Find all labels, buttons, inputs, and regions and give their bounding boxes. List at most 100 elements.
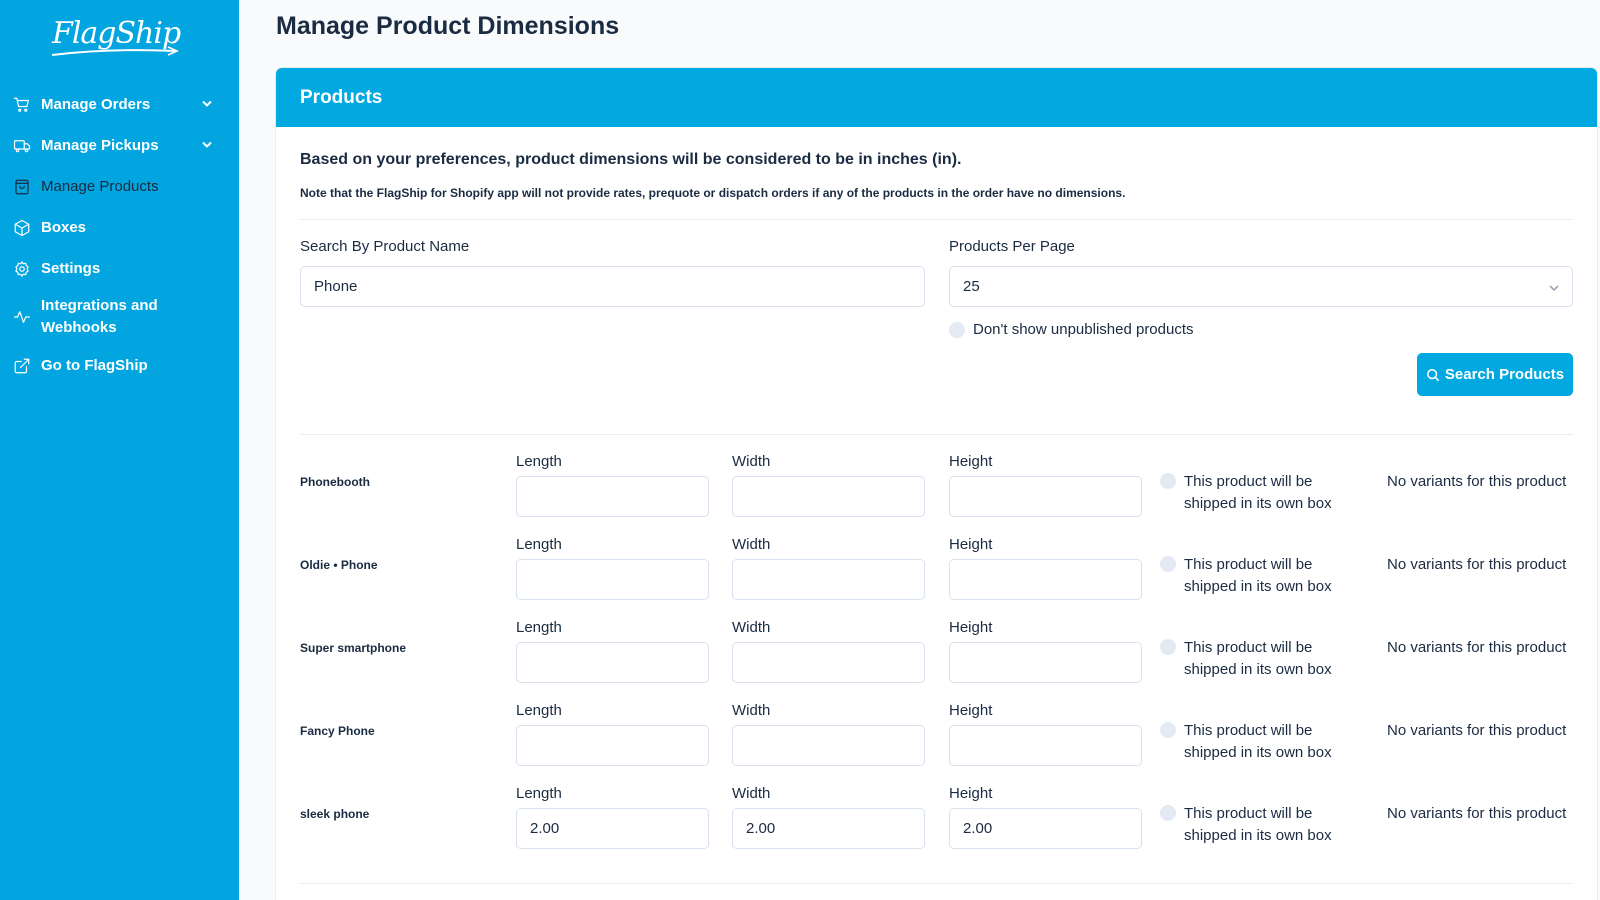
sidebar-item-label: Integrations and Webhooks: [41, 297, 158, 336]
product-name: Oldie • Phone: [300, 558, 378, 572]
height-input[interactable]: [949, 725, 1142, 766]
product-row: Phonebooth Length Width Height This prod…: [300, 453, 1573, 540]
products-card: Products Based on your preferences, prod…: [276, 68, 1597, 900]
length-label: Length: [516, 536, 562, 553]
product-search-input[interactable]: [300, 266, 925, 307]
variants-text: No variants for this product: [1387, 556, 1567, 573]
width-input[interactable]: [732, 808, 925, 849]
sidebar-item-label: Settings: [41, 259, 101, 277]
height-label: Height: [949, 536, 993, 553]
variants-text: No variants for this product: [1387, 639, 1567, 656]
length-input[interactable]: [516, 559, 709, 600]
chevron-down-icon: [1548, 281, 1560, 298]
box-icon: [12, 218, 32, 238]
length-input[interactable]: [516, 725, 709, 766]
activity-icon: [12, 307, 32, 327]
search-button-label: Search Products: [1444, 366, 1565, 383]
sidebar: FlagShip Manage Orders Manage Pickups Ma…: [0, 0, 239, 900]
length-input[interactable]: [516, 808, 709, 849]
own-box-toggle[interactable]: This product will be shipped in its own …: [1160, 471, 1354, 515]
own-box-checkbox[interactable]: [1160, 556, 1176, 572]
own-box-toggle[interactable]: This product will be shipped in its own …: [1160, 637, 1354, 681]
width-input[interactable]: [732, 642, 925, 683]
card-header: Products: [276, 68, 1597, 127]
product-row: Oldie • Phone Length Width Height This p…: [300, 536, 1573, 623]
sidebar-item-label: Go to FlagShip: [41, 356, 148, 374]
chevron-down-icon[interactable]: [201, 137, 213, 154]
per-page-label: Products Per Page: [949, 238, 1075, 255]
length-label: Length: [516, 619, 562, 636]
product-row: Super smartphone Length Width Height Thi…: [300, 619, 1573, 706]
height-input[interactable]: [949, 642, 1142, 683]
units-notice: Based on your preferences, product dimen…: [300, 151, 962, 168]
own-box-checkbox[interactable]: [1160, 473, 1176, 489]
search-icon: [1426, 368, 1440, 381]
own-box-toggle[interactable]: This product will be shipped in its own …: [1160, 554, 1354, 598]
page-title: Manage Product Dimensions: [276, 12, 620, 40]
height-label: Height: [949, 619, 993, 636]
own-box-toggle[interactable]: This product will be shipped in its own …: [1160, 720, 1354, 764]
width-input[interactable]: [732, 476, 925, 517]
width-label: Width: [732, 619, 771, 636]
own-box-toggle[interactable]: This product will be shipped in its own …: [1160, 803, 1354, 847]
width-label: Width: [732, 536, 771, 553]
length-label: Length: [516, 785, 562, 802]
own-box-label: This product will be shipped in its own …: [1184, 473, 1332, 512]
chevron-down-icon[interactable]: [201, 96, 213, 113]
width-label: Width: [732, 785, 771, 802]
own-box-checkbox[interactable]: [1160, 639, 1176, 655]
own-box-label: This product will be shipped in its own …: [1184, 556, 1332, 595]
own-box-label: This product will be shipped in its own …: [1184, 805, 1332, 844]
gear-icon: [12, 259, 32, 279]
search-label: Search By Product Name: [300, 238, 470, 255]
sidebar-item-integrations-webhooks[interactable]: Integrations and Webhooks: [0, 289, 239, 345]
width-input[interactable]: [732, 559, 925, 600]
height-label: Height: [949, 453, 993, 470]
width-label: Width: [732, 702, 771, 719]
variants-text: No variants for this product: [1387, 805, 1567, 822]
width-input[interactable]: [732, 725, 925, 766]
variants-text: No variants for this product: [1387, 473, 1567, 490]
per-page-value: 25: [963, 278, 980, 295]
own-box-label: This product will be shipped in its own …: [1184, 639, 1332, 678]
sidebar-item-label: Boxes: [41, 218, 87, 236]
sidebar-item-go-to-flagship[interactable]: Go to FlagShip: [0, 345, 239, 386]
variants-text: No variants for this product: [1387, 722, 1567, 739]
flagship-logo[interactable]: FlagShip: [50, 14, 181, 58]
product-name: sleek phone: [300, 807, 370, 821]
own-box-checkbox[interactable]: [1160, 805, 1176, 821]
height-label: Height: [949, 702, 993, 719]
divider: [300, 434, 1573, 435]
cart-icon: [12, 95, 32, 115]
sidebar-item-label: Manage Pickups: [41, 136, 159, 154]
sidebar-item-manage-pickups[interactable]: Manage Pickups: [0, 125, 239, 166]
product-row: Fancy Phone Length Width Height This pro…: [300, 702, 1573, 789]
sidebar-item-boxes[interactable]: Boxes: [0, 207, 239, 248]
unpublished-checkbox[interactable]: [949, 321, 965, 338]
truck-icon: [12, 136, 32, 156]
search-products-button[interactable]: Search Products: [1417, 353, 1573, 396]
logo-swoosh-icon: [51, 46, 179, 56]
length-label: Length: [516, 453, 562, 470]
own-box-checkbox[interactable]: [1160, 722, 1176, 738]
sidebar-nav: Manage Orders Manage Pickups Manage Prod…: [0, 84, 239, 386]
unpublished-toggle[interactable]: Don't show unpublished products: [949, 321, 1194, 338]
length-input[interactable]: [516, 476, 709, 517]
height-input[interactable]: [949, 559, 1142, 600]
external-link-icon: [12, 356, 32, 376]
divider: [300, 883, 1573, 884]
length-input[interactable]: [516, 642, 709, 683]
sidebar-item-settings[interactable]: Settings: [0, 248, 239, 289]
dimensions-warning: Note that the FlagShip for Shopify app w…: [300, 186, 1126, 200]
sidebar-item-manage-orders[interactable]: Manage Orders: [0, 84, 239, 125]
unpublished-label: Don't show unpublished products: [973, 321, 1194, 338]
width-label: Width: [732, 453, 771, 470]
per-page-select[interactable]: 25: [949, 266, 1573, 307]
sidebar-item-manage-products[interactable]: Manage Products: [0, 166, 239, 207]
own-box-label: This product will be shipped in its own …: [1184, 722, 1332, 761]
product-name: Fancy Phone: [300, 724, 375, 738]
height-input[interactable]: [949, 476, 1142, 517]
height-input[interactable]: [949, 808, 1142, 849]
product-row: sleek phone Length Width Height This pro…: [300, 785, 1573, 872]
sidebar-item-label: Manage Orders: [41, 95, 151, 113]
